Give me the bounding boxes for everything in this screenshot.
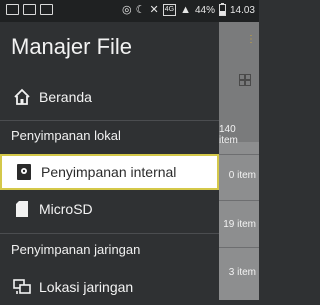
background-file-list: ⋮ 140 item 0 item 19 item 3 item xyxy=(219,22,259,300)
mute-icon: ✕ xyxy=(149,4,159,16)
battery-icon xyxy=(218,3,226,16)
notification-gallery-icon xyxy=(23,4,36,15)
system-indicators: ◎ ☾ ✕ 4G ▲ 44% 14.03 xyxy=(122,3,255,17)
notification-message-icon xyxy=(40,4,53,15)
notification-image-icon xyxy=(6,4,19,15)
navigation-drawer: Manajer File Beranda Penyimpanan lokal P… xyxy=(0,22,219,300)
item-count: 140 item xyxy=(219,124,238,146)
battery-percent: 44% xyxy=(194,4,215,16)
home-icon xyxy=(11,86,33,108)
section-header-local: Penyimpanan lokal xyxy=(11,128,121,143)
network-4g-badge: 4G xyxy=(162,4,177,16)
item-count: 3 item xyxy=(228,267,256,278)
drawer-item-beranda[interactable]: Beranda xyxy=(0,79,219,115)
more-options-icon[interactable]: ⋮ xyxy=(246,34,256,45)
network-location-icon xyxy=(11,276,33,298)
do-not-disturb-moon-icon: ☾ xyxy=(135,4,146,16)
drawer-item-internal-storage[interactable]: Penyimpanan internal xyxy=(0,154,219,190)
signal-icon: ▲ xyxy=(180,4,191,16)
notification-icons xyxy=(6,4,53,15)
drawer-title: Manajer File xyxy=(11,34,133,59)
grid-view-icon[interactable] xyxy=(239,74,251,86)
drawer-item-microsd[interactable]: MicroSD xyxy=(0,191,219,227)
sd-card-icon xyxy=(11,198,33,220)
phone-storage-icon xyxy=(13,161,35,183)
drawer-item-label: Beranda xyxy=(39,89,92,105)
status-bar: ◎ ☾ ✕ 4G ▲ 44% 14.03 xyxy=(0,0,259,22)
section-header-network: Penyimpanan jaringan xyxy=(11,242,141,257)
drawer-item-label: MicroSD xyxy=(39,201,93,217)
drawer-item-label: Penyimpanan internal xyxy=(41,164,177,180)
item-count: 19 item xyxy=(223,219,256,230)
hotspot-icon: ◎ xyxy=(122,4,132,16)
drawer-item-label: Lokasi jaringan xyxy=(39,279,134,295)
status-time: 14.03 xyxy=(229,4,255,16)
item-count: 0 item xyxy=(228,170,256,181)
